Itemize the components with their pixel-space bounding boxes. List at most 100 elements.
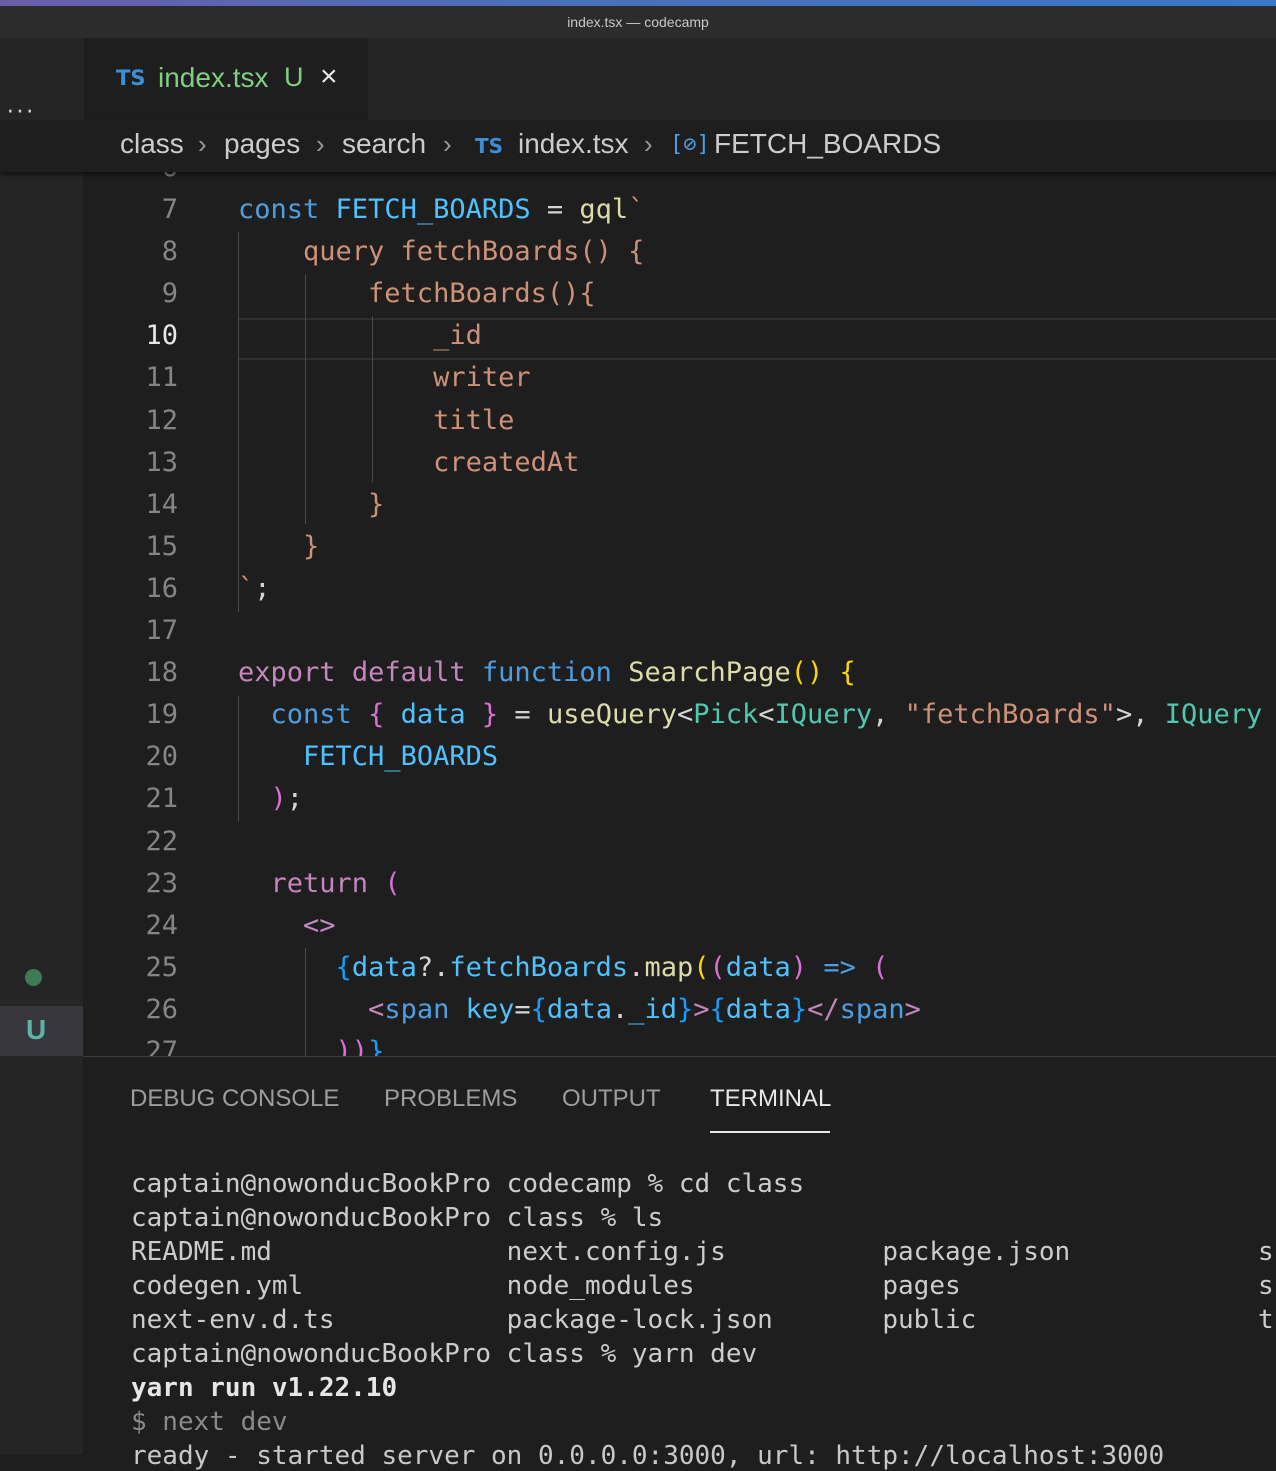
code-line: const { data } = useQuery<Pick<IQuery, "… [238, 699, 1263, 731]
terminal-line: $ next dev [131, 1407, 288, 1437]
editor-tab-index-tsx[interactable]: TS index.tsx U × [84, 38, 368, 120]
code-token: FETCH_BOARDS [303, 741, 499, 773]
chevron-right-icon: › [316, 129, 325, 159]
code-line: export default function SearchPage() { [238, 657, 856, 688]
terminal-line: codegen.yml node_modules pages s [131, 1271, 1274, 1301]
code-token: data [725, 993, 791, 1025]
code-token: data [400, 699, 466, 731]
code-line: return ( [238, 868, 401, 899]
line-number: 7 [161, 194, 178, 225]
line-number: 26 [145, 993, 178, 1025]
code-token: < [368, 993, 385, 1025]
code-token: } [368, 1036, 385, 1056]
code-line: const FETCH_BOARDS = gql` [238, 194, 644, 225]
code-line: query fetchBoards() { [238, 236, 644, 267]
code-token: . [628, 951, 645, 983]
code-line: fetchBoards(){ [238, 278, 596, 309]
code-token: = [498, 699, 547, 731]
code-token: => [823, 951, 856, 983]
source-control-item[interactable]: U [0, 1006, 83, 1056]
code-token: gql [579, 194, 629, 225]
code-token: export [238, 657, 336, 689]
code-line: _id [238, 320, 482, 351]
code-line: <> [238, 910, 336, 941]
tab-terminal[interactable]: TERMINAL [710, 1085, 831, 1113]
code-token: ; [286, 783, 304, 815]
line-number: 18 [145, 657, 178, 689]
code-token: query fetchBoards() { [238, 236, 645, 268]
code-editor[interactable]: 6 7const FETCH_BOARDS = gql`8 query fetc… [83, 172, 1276, 1056]
tab-output[interactable]: OUTPUT [562, 1085, 661, 1113]
line-number: 24 [145, 909, 178, 941]
code-token: writer [238, 362, 531, 394]
code-token: _id [628, 993, 677, 1025]
code-token: { [368, 699, 385, 731]
code-token: span [384, 993, 450, 1025]
close-icon[interactable]: × [320, 60, 338, 94]
terminal-line: next-env.d.ts package-lock.json public t [131, 1305, 1274, 1335]
code-token: { [709, 993, 726, 1025]
tab-problems[interactable]: PROBLEMS [384, 1085, 517, 1113]
line-number: 8 [161, 236, 178, 268]
line-number: 15 [145, 530, 178, 562]
code-token: title [238, 404, 515, 436]
breadcrumb-item-symbol[interactable]: FETCH_BOARDS [714, 128, 941, 160]
code-token: ` [628, 194, 645, 225]
code-token: > [904, 993, 921, 1025]
code-token: = [514, 993, 531, 1025]
code-token: < [758, 699, 775, 731]
line-number: 19 [145, 699, 178, 731]
line-number: 23 [145, 867, 178, 899]
code-line: ); [238, 783, 304, 815]
breadcrumb-item-file[interactable]: index.tsx [518, 128, 629, 160]
breadcrumb-item-class[interactable]: class [120, 128, 184, 160]
code-token: >, [1115, 699, 1165, 731]
code-token: > [693, 993, 710, 1025]
code-token: const [238, 194, 320, 225]
terminal-line: captain@nowonducBookPro codecamp % cd cl… [131, 1169, 805, 1199]
line-number: 20 [145, 741, 178, 773]
code-line: {data?.fetchBoards.map((data) => ( [238, 951, 889, 983]
tab-debug-console[interactable]: DEBUG CONSOLE [130, 1085, 339, 1113]
line-number: 17 [145, 615, 178, 646]
chevron-right-icon: › [443, 129, 452, 159]
code-token: ` [238, 572, 255, 604]
code-token: ( [384, 867, 401, 899]
code-line: <span key={data._id}>{data}</span> [238, 994, 921, 1025]
code-token: fetchBoards(){ [238, 278, 596, 310]
terminal-line: captain@nowonducBookPro class % ls [131, 1203, 664, 1233]
untracked-badge: U [26, 1014, 47, 1045]
breadcrumb-item-pages[interactable]: pages [224, 128, 300, 160]
code-token: useQuery [546, 699, 677, 731]
terminal-line: ready - started server on 0.0.0.0:3000, … [131, 1441, 1165, 1471]
active-tab-indicator [710, 1131, 830, 1133]
code-token: span [839, 993, 905, 1025]
line-number: 14 [145, 488, 178, 520]
tab-label: index.tsx [158, 62, 269, 93]
code-token: ?. [416, 951, 450, 983]
activity-bar: U [0, 172, 83, 1454]
typescript-file-icon: TS [475, 134, 504, 158]
code-token: = [530, 194, 580, 225]
breadcrumb-item-search[interactable]: search [342, 128, 426, 160]
line-number: 13 [145, 446, 178, 478]
code-token: _id [238, 320, 482, 352]
code-line: `; [238, 573, 271, 604]
line-number: 27 [145, 1036, 178, 1056]
code-token: } [677, 993, 694, 1025]
code-line: FETCH_BOARDS [238, 741, 498, 772]
terminal-line: yarn run v1.22.10 [131, 1373, 398, 1403]
chevron-right-icon: › [198, 129, 207, 159]
